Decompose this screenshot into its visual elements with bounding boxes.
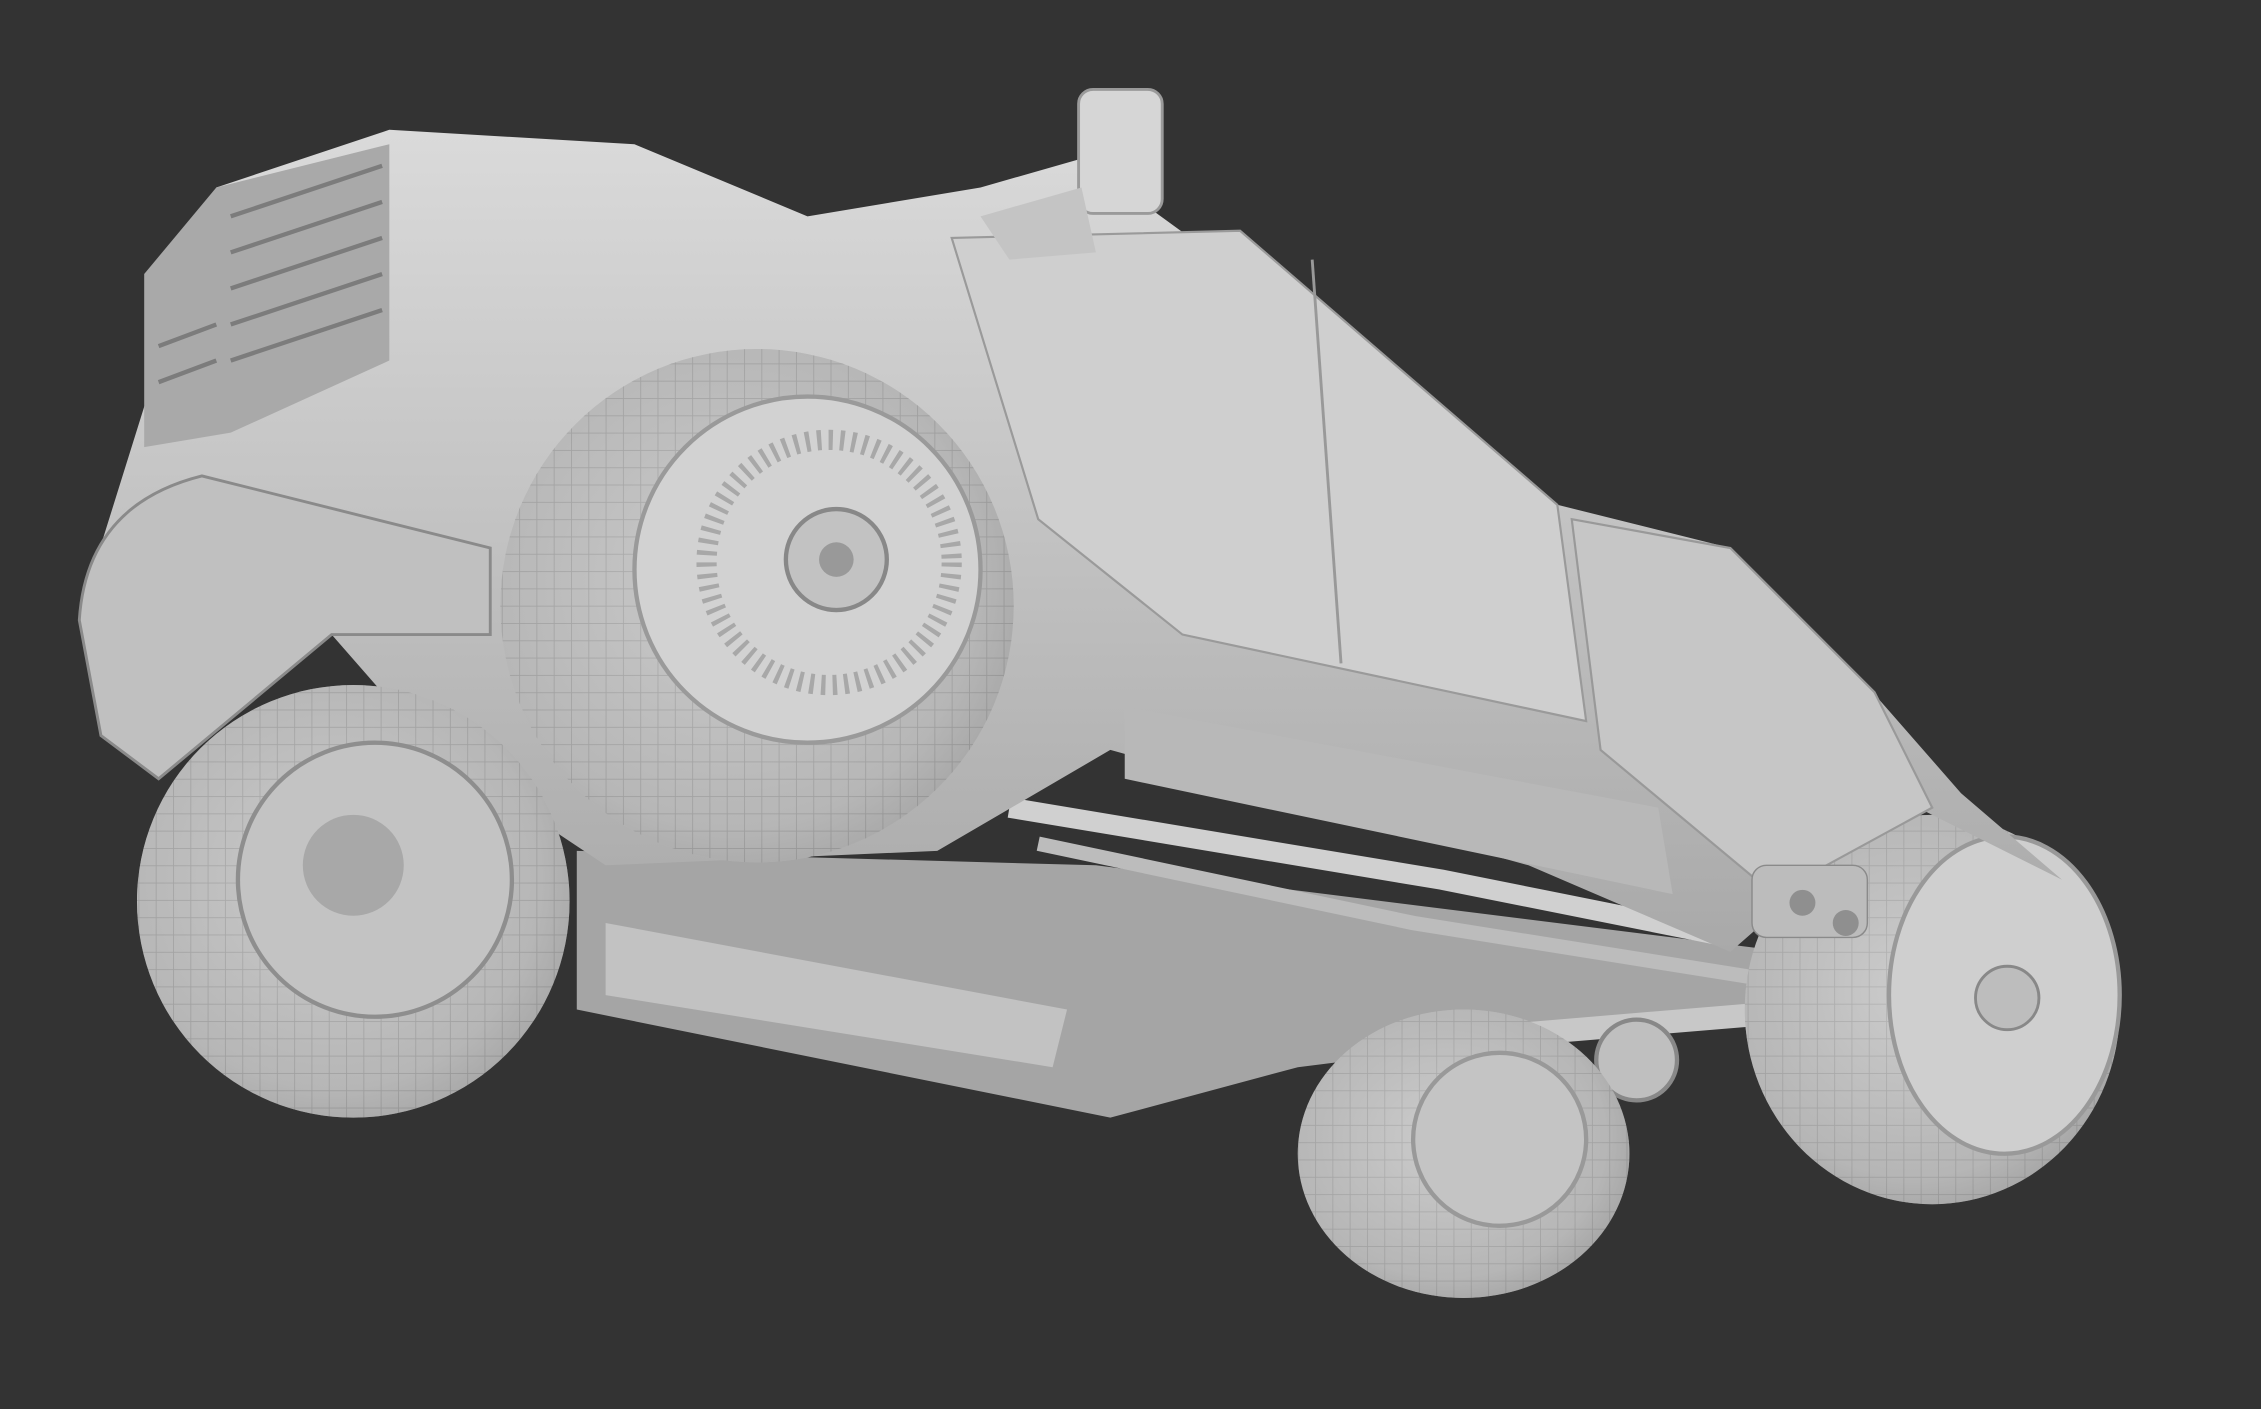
truck-clay-render — [0, 0, 2261, 1409]
rear-dual-wheel-near — [1297, 1009, 1630, 1298]
front-wheel-lower — [136, 685, 570, 1118]
front-wheel-upper — [500, 349, 1014, 863]
